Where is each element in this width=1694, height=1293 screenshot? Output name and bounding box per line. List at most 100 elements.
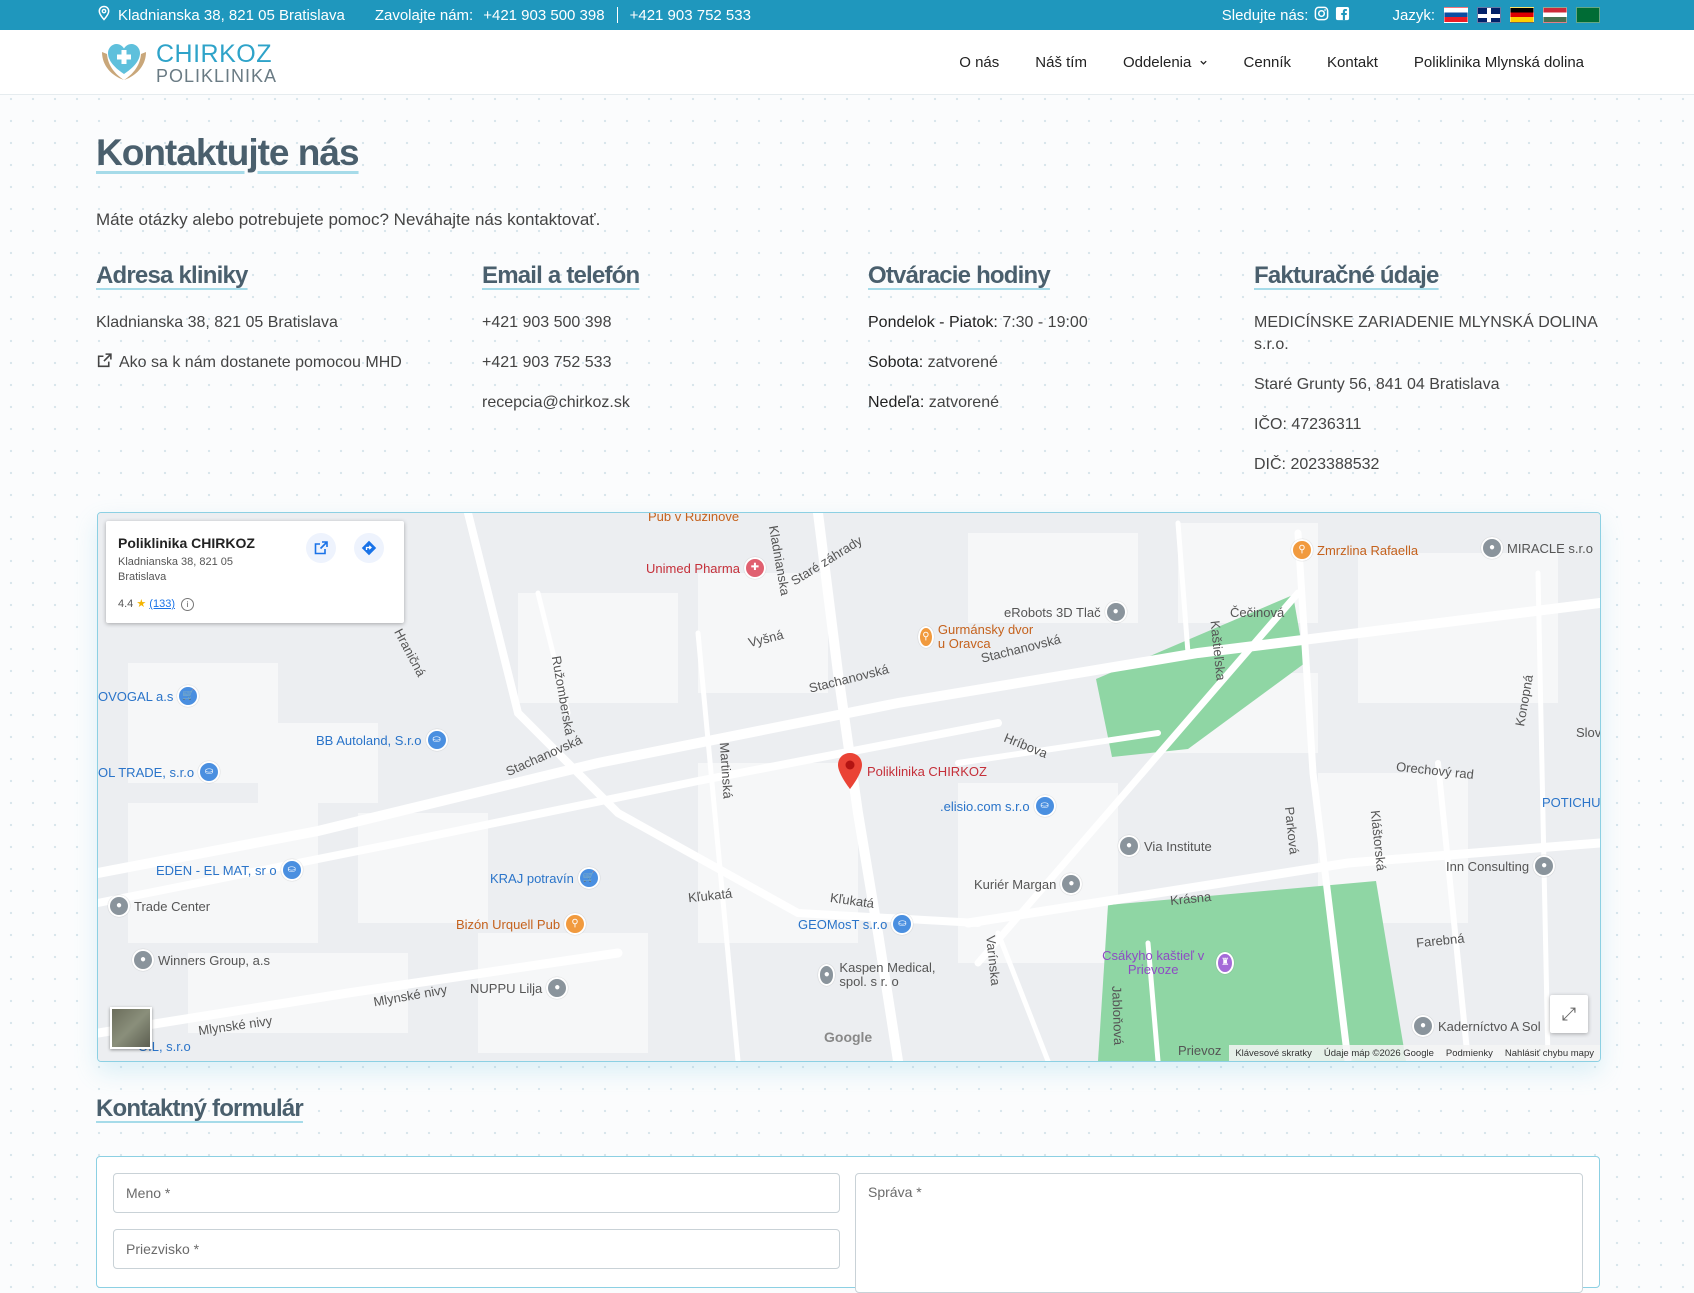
map-poi[interactable]: ● Trade Center <box>108 895 210 917</box>
phone-link-2[interactable]: +421 903 752 533 <box>482 354 611 371</box>
map-poi[interactable]: .elisio.com s.r.o ⛀ <box>940 795 1056 817</box>
page-title: Kontaktujte nás <box>96 132 360 173</box>
star-icon: ★ <box>136 598 147 610</box>
instagram-icon[interactable] <box>1314 6 1329 25</box>
billing-ico: IČO: 47236311 <box>1254 416 1362 433</box>
keyboard-shortcuts-link[interactable]: Klávesové skratky <box>1235 1048 1312 1059</box>
flag-hu-icon[interactable] <box>1543 7 1567 23</box>
shop-icon: ⛀ <box>1033 795 1056 817</box>
map-poi-label: Trade Center <box>134 898 211 914</box>
nav-item-oddelenia[interactable]: Oddelenia <box>1123 54 1208 71</box>
logo[interactable]: CHIRKOZ POLIKLINIKA <box>98 38 277 89</box>
open-in-maps-icon[interactable] <box>306 533 336 563</box>
address-section: Adresa kliniky Kladnianska 38, 821 05 Br… <box>96 262 456 394</box>
message-textarea[interactable] <box>855 1173 1583 1293</box>
map-poi-label: Unimed Pharma <box>646 560 740 576</box>
terms-link[interactable]: Podmienky <box>1446 1048 1493 1059</box>
sunday-label: Nedeľa: <box>868 394 925 411</box>
map-poi-label: POTICHU <box>1542 795 1601 810</box>
map-poi[interactable]: ⚲ Gurmánsky dvor u Oravca <box>918 623 1038 651</box>
google-map[interactable]: Kladnianska Staré záhrady Vyšná Hraničná… <box>97 512 1601 1062</box>
topbar-phone-1[interactable]: +421 903 500 398 <box>483 7 604 24</box>
map-poi-label: OL TRADE, s.r.o <box>98 764 195 780</box>
map-poi[interactable]: Pub v Ružinove <box>648 513 739 524</box>
food-icon: ⚲ <box>918 626 934 648</box>
flag-de-icon[interactable] <box>1510 7 1534 23</box>
map-poi[interactable]: Bizón Urquell Pub ⚲ <box>456 913 587 935</box>
top-bar: Kladnianska 38, 821 05 Bratislava Zavola… <box>0 0 1694 30</box>
map-poi[interactable]: GEOMosT s.r.o ⛀ <box>798 913 914 935</box>
map-poi[interactable]: OVOGAL a.s 🛒 <box>98 685 200 707</box>
nav-item-label: Oddelenia <box>1122 53 1192 71</box>
map-poi-label: Bizón Urquell Pub <box>456 916 561 932</box>
map-poi-label: Kaspen Medical, spol. s r. o <box>839 960 936 989</box>
info-icon[interactable]: i <box>181 598 195 611</box>
chevron-down-icon <box>1199 60 1207 65</box>
map-footer: Klávesové skratky Údaje máp ©2026 Google… <box>1229 1045 1600 1061</box>
map-poi[interactable]: POTICHU <box>1542 795 1601 810</box>
nav-item-nas-tim[interactable]: Náš tím <box>1035 54 1087 71</box>
satellite-toggle[interactable] <box>110 1007 152 1049</box>
map-poi[interactable]: ⚲ Zmrzlina Rafaella <box>1291 539 1418 561</box>
map-poi[interactable]: ● Winners Group, a.s <box>132 949 270 971</box>
logo-subtitle: POLIKLINIKA <box>156 66 278 86</box>
nav-item-cennik[interactable]: Cenník <box>1244 54 1292 71</box>
mhd-link[interactable]: Ako sa k nám dostanete pomocou MHD <box>96 353 402 371</box>
map-poi[interactable]: Kuriér Margan ● <box>974 873 1083 895</box>
follow-label: Sledujte nás: <box>1221 6 1309 24</box>
map-poi[interactable]: ● Kaspen Medical, spol. s r. o <box>818 961 958 989</box>
reviews-link[interactable]: (133) <box>149 598 175 610</box>
map-poi-label: Inn Consulting <box>1446 858 1530 874</box>
topbar-phone-2[interactable]: +421 903 752 533 <box>630 7 751 24</box>
map-poi[interactable]: NUPPU Lilja ● <box>470 977 569 999</box>
place-icon: ● <box>1060 873 1083 895</box>
map-poi[interactable]: BB Autoland, S.r.o ⛀ <box>316 729 448 751</box>
clinic-marker[interactable]: Poliklinika CHIRKOZ <box>837 753 987 789</box>
shop-icon: ⛀ <box>425 729 448 751</box>
map-card-title: Poliklinika CHIRKOZ <box>118 535 255 551</box>
nav-item-poliklinika-mlynska-dolina[interactable]: Poliklinika Mlynská dolina <box>1414 54 1584 71</box>
street-label: Prievoz <box>1178 1043 1222 1058</box>
flag-en-icon[interactable] <box>1477 7 1501 23</box>
hours-section: Otváracie hodiny Pondelok - Piatok: 7:30… <box>868 262 1228 432</box>
first-name-input[interactable] <box>113 1173 840 1213</box>
map-poi[interactable]: ● MIRACLE s.r.o <box>1481 537 1593 559</box>
map-info-card: Poliklinika CHIRKOZ Kladnianska 38, 821 … <box>106 521 404 623</box>
beer-icon: ⚲ <box>564 913 587 935</box>
map-poi-label: eRobots 3D Tlač <box>1004 604 1101 620</box>
site-header: CHIRKOZ POLIKLINIKA O nás Náš tím Oddele… <box>0 30 1694 95</box>
flag-ar-icon[interactable] <box>1576 7 1600 23</box>
phone-link-1[interactable]: +421 903 500 398 <box>482 314 611 331</box>
map-poi-label: Gurmánsky dvor u Oravca <box>937 622 1034 651</box>
map-poi[interactable]: Unimed Pharma ✚ <box>646 557 766 579</box>
fullscreen-icon[interactable]: ⤢ <box>1550 995 1588 1033</box>
facebook-icon[interactable] <box>1335 6 1350 25</box>
map-poi[interactable]: ● Kaderníctvo A Sol <box>1412 1015 1541 1037</box>
nav-item-kontakt[interactable]: Kontakt <box>1327 54 1378 71</box>
street-label: Jabloňová <box>1109 985 1127 1046</box>
food-icon: ⚲ <box>1291 539 1313 561</box>
map-poi-label: Winners Group, a.s <box>158 952 270 968</box>
map-poi-label: NUPPU Lilja <box>470 980 543 996</box>
last-name-input[interactable] <box>113 1229 840 1269</box>
map-poi[interactable]: EDEN - EL MAT, sr o ⛀ <box>156 859 303 881</box>
billing-dic: DIČ: 2023388532 <box>1254 456 1380 473</box>
map-poi[interactable]: KRAJ potravín 🛒 <box>490 867 600 889</box>
saturday-label: Sobota: <box>868 354 924 371</box>
directions-icon[interactable] <box>354 533 384 563</box>
logo-name: CHIRKOZ <box>156 40 272 68</box>
report-error-link[interactable]: Nahlásiť chybu mapy <box>1505 1048 1594 1059</box>
street-label: Slov <box>1576 725 1601 740</box>
location-icon <box>96 5 112 25</box>
map-poi[interactable]: OL TRADE, s.r.o ⛀ <box>98 761 221 783</box>
map-poi[interactable]: Inn Consulting ● <box>1446 855 1556 877</box>
sunday-value: zatvorené <box>928 394 999 411</box>
nav-item-o-nas[interactable]: O nás <box>959 54 999 71</box>
map-poi[interactable]: ● Via Institute <box>1118 835 1212 857</box>
flag-sk-icon[interactable] <box>1444 7 1468 23</box>
map-poi[interactable]: Csákyho kaštieľ v Prievoze ♜ <box>1094 949 1234 977</box>
landmark-icon: ♜ <box>1216 952 1234 974</box>
map-poi[interactable]: eRobots 3D Tlač ● <box>1004 601 1127 623</box>
place-icon: ● <box>1104 601 1127 623</box>
email-link[interactable]: recepcia@chirkoz.sk <box>482 394 630 411</box>
